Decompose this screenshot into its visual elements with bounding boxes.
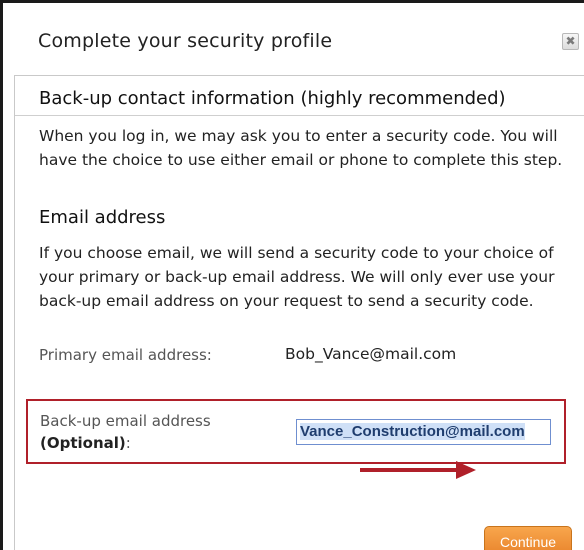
email-section-description: If you choose email, we will send a secu… bbox=[39, 244, 555, 310]
dialog-title-bar: Complete your security profile ✖ bbox=[14, 3, 584, 73]
close-icon[interactable]: ✖ bbox=[562, 33, 579, 50]
security-profile-dialog: Complete your security profile ✖ Back-up… bbox=[0, 0, 584, 550]
primary-email-value: Bob_Vance@mail.com bbox=[285, 345, 457, 363]
backup-email-value: Vance_Construction@mail.com bbox=[300, 423, 525, 440]
backup-email-input[interactable]: Vance_Construction@mail.com bbox=[296, 419, 551, 445]
backup-contact-description: When you log in, we may ask you to enter… bbox=[39, 127, 563, 169]
optional-label: (Optional) bbox=[40, 434, 126, 452]
section-divider bbox=[15, 115, 584, 116]
email-section-heading: Email address bbox=[39, 207, 166, 228]
primary-email-label: Primary email address: bbox=[39, 346, 212, 364]
backup-email-label: Back-up email address (Optional): bbox=[40, 410, 211, 454]
continue-button[interactable]: Continue bbox=[484, 526, 572, 550]
backup-email-label-text: Back-up email address bbox=[40, 412, 211, 430]
label-colon: : bbox=[125, 434, 131, 452]
backup-contact-heading: Back-up contact information (highly reco… bbox=[39, 88, 506, 109]
arrow-right-icon bbox=[360, 461, 476, 479]
dialog-body: Back-up contact information (highly reco… bbox=[14, 75, 584, 550]
backup-email-highlight: Back-up email address (Optional): Vance_… bbox=[26, 399, 566, 464]
dialog-title: Complete your security profile bbox=[38, 30, 333, 52]
